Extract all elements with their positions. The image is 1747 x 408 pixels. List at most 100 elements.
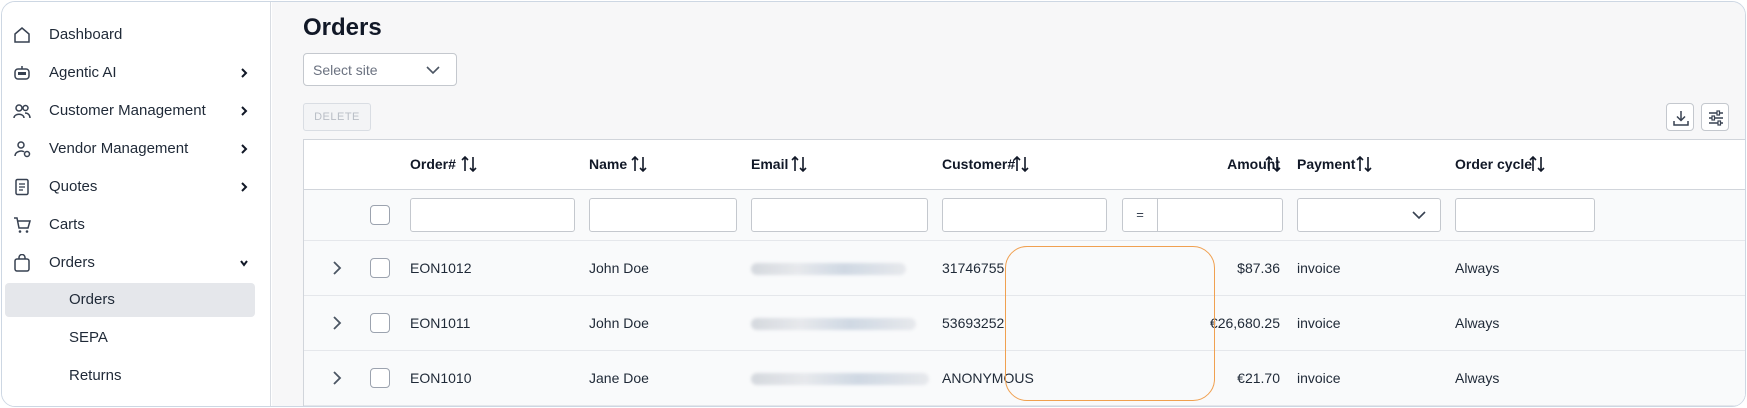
customer-filter-input[interactable]: [942, 198, 1107, 232]
document-icon: [15, 178, 29, 196]
column-header-name[interactable]: Name: [589, 156, 627, 172]
order-filter-input[interactable]: [410, 198, 575, 232]
order-amount: €26,680.25: [1209, 315, 1280, 331]
chevron-right-icon[interactable]: [331, 369, 343, 387]
chevron-right-icon: [241, 144, 248, 154]
sidebar-item-label: Vendor Management: [49, 140, 189, 157]
sort-icon[interactable]: [1528, 154, 1546, 174]
order-cycle: Always: [1455, 260, 1500, 276]
sort-icon[interactable]: [1012, 154, 1030, 174]
site-select[interactable]: Select site: [303, 53, 457, 86]
sidebar-item-label: Quotes: [49, 178, 98, 195]
home-icon: [14, 27, 30, 43]
sidebar-item-vendor-management[interactable]: Vendor Management: [2, 130, 271, 168]
sidebar-subitem-orders[interactable]: Orders: [5, 283, 255, 317]
sidebar-item-dashboard[interactable]: Dashboard: [2, 16, 271, 54]
chevron-down-icon: [240, 260, 248, 267]
sidebar-item-label: Agentic AI: [49, 64, 117, 81]
bag-icon: [14, 254, 30, 272]
cart-icon: [14, 217, 31, 233]
sliders-icon: [1709, 110, 1723, 126]
sidebar-item-quotes[interactable]: Quotes: [2, 168, 271, 206]
app-window: Dashboard Agentic AI Customer Management…: [1, 1, 1746, 407]
sidebar-item-label: Dashboard: [49, 26, 123, 43]
sort-icon[interactable]: [1355, 154, 1373, 174]
table-row[interactable]: EON1010 Jane Doe ANONYMOUS €21.70 invoic…: [304, 351, 1745, 406]
download-icon: [1673, 111, 1689, 126]
email-redacted: [751, 373, 929, 385]
orders-table: Order# Name Email Customer# Amount Payme…: [303, 139, 1745, 406]
row-checkbox[interactable]: [370, 258, 390, 278]
email-redacted: [751, 263, 906, 275]
main-content: Orders Select site DELETE Order# Name Em…: [272, 2, 1745, 406]
sidebar-item-carts[interactable]: Carts: [2, 206, 271, 244]
order-amount: $87.36: [1237, 260, 1280, 276]
download-button[interactable]: [1666, 103, 1694, 131]
order-cycle: Always: [1455, 370, 1500, 386]
column-header-email[interactable]: Email: [751, 156, 788, 172]
chevron-right-icon: [241, 106, 248, 116]
payment-method: invoice: [1297, 315, 1341, 331]
sidebar-subitem-label: Returns: [69, 367, 122, 384]
column-header-payment[interactable]: Payment: [1297, 156, 1355, 172]
order-number[interactable]: EON1011: [410, 315, 470, 331]
table-row[interactable]: EON1011 John Doe 53693252 €26,680.25 inv…: [304, 296, 1745, 351]
sidebar-item-label: Carts: [49, 216, 85, 233]
column-header-order-cycle[interactable]: Order cycle: [1455, 156, 1532, 172]
user-gear-icon: [14, 141, 31, 158]
amount-operator-select[interactable]: =: [1122, 198, 1158, 232]
customer-number: ANONYMOUS: [942, 370, 1034, 386]
users-icon: [13, 104, 31, 119]
customer-name: John Doe: [589, 260, 649, 276]
sidebar-item-label: Customer Management: [49, 102, 206, 119]
chevron-right-icon[interactable]: [331, 314, 343, 332]
sidebar-item-label: Orders: [49, 254, 95, 271]
page-title: Orders: [303, 14, 382, 41]
sort-icon[interactable]: [790, 154, 808, 174]
sidebar-subitem-label: Orders: [69, 291, 115, 308]
order-amount: €21.70: [1237, 370, 1280, 386]
order-cycle: Always: [1455, 315, 1500, 331]
customer-number: 53693252: [942, 315, 1005, 331]
delete-button[interactable]: DELETE: [303, 103, 371, 131]
chevron-right-icon[interactable]: [331, 259, 343, 277]
column-header-order[interactable]: Order#: [410, 156, 456, 172]
filter-row: =: [304, 190, 1745, 241]
table-header: Order# Name Email Customer# Amount Payme…: [304, 140, 1745, 190]
chevron-right-icon: [241, 68, 248, 78]
order-number[interactable]: EON1010: [410, 370, 471, 386]
row-checkbox[interactable]: [370, 368, 390, 388]
sidebar-subitem-returns[interactable]: Returns: [5, 359, 255, 393]
chevron-down-icon: [426, 66, 440, 75]
name-filter-input[interactable]: [589, 198, 737, 232]
select-all-checkbox[interactable]: [370, 205, 390, 225]
sidebar: Dashboard Agentic AI Customer Management…: [2, 2, 271, 406]
robot-icon: [14, 66, 30, 80]
table-row[interactable]: EON1012 John Doe 31746755 $87.36 invoice…: [304, 241, 1745, 296]
sort-icon[interactable]: [630, 154, 648, 174]
chevron-down-icon: [1412, 211, 1426, 220]
customer-number: 31746755: [942, 260, 1005, 276]
sidebar-subitem-sepa[interactable]: SEPA: [5, 321, 255, 355]
payment-method: invoice: [1297, 260, 1341, 276]
site-select-placeholder: Select site: [313, 62, 378, 78]
payment-method: invoice: [1297, 370, 1341, 386]
customer-name: Jane Doe: [589, 370, 649, 386]
sidebar-item-customer-management[interactable]: Customer Management: [2, 92, 271, 130]
sidebar-item-agentic-ai[interactable]: Agentic AI: [2, 54, 271, 92]
email-redacted: [751, 318, 916, 330]
sidebar-item-orders[interactable]: Orders: [2, 244, 271, 282]
sidebar-subitem-label: SEPA: [69, 329, 108, 346]
customer-name: John Doe: [589, 315, 649, 331]
chevron-right-icon: [241, 182, 248, 192]
order-cycle-filter-input[interactable]: [1455, 198, 1595, 232]
amount-filter-input[interactable]: [1157, 198, 1283, 232]
email-filter-input[interactable]: [751, 198, 928, 232]
sort-icon[interactable]: [1264, 154, 1282, 174]
order-number[interactable]: EON1012: [410, 260, 471, 276]
row-checkbox[interactable]: [370, 313, 390, 333]
sort-icon[interactable]: [460, 154, 478, 174]
payment-filter-select[interactable]: [1297, 198, 1441, 232]
column-header-customer[interactable]: Customer#: [942, 156, 1015, 172]
column-settings-button[interactable]: [1701, 103, 1729, 131]
